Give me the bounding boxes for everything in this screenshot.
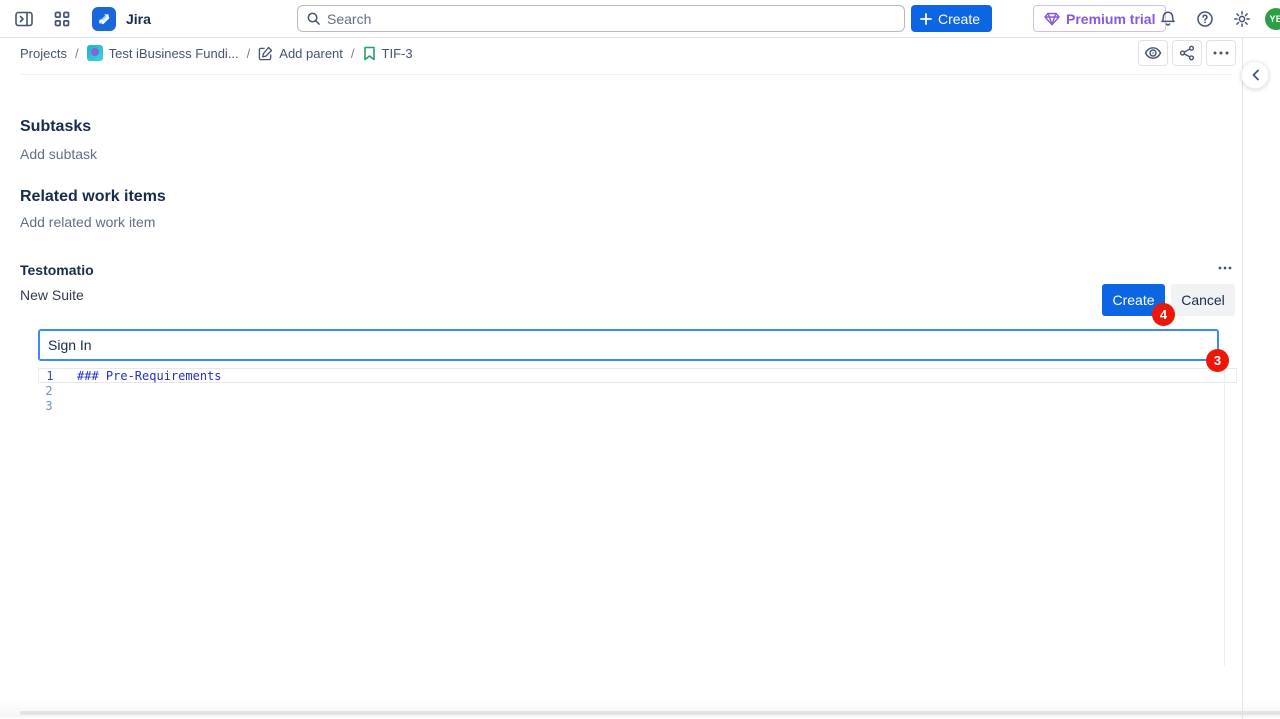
- user-avatar[interactable]: YB: [1265, 8, 1280, 30]
- code-text: ### Pre-Requirements: [61, 369, 222, 383]
- add-subtask-button[interactable]: Add subtask: [20, 146, 97, 162]
- app-title: Jira: [126, 11, 151, 27]
- premium-trial-label: Premium trial: [1066, 11, 1155, 27]
- suite-cancel-button[interactable]: Cancel: [1171, 284, 1235, 316]
- bell-icon: [1159, 10, 1177, 28]
- annotation-badge-4: 4: [1152, 303, 1175, 326]
- breadcrumb-issue-key-label: TIF-3: [382, 46, 413, 61]
- breadcrumb-issue-key[interactable]: TIF-3: [363, 46, 413, 61]
- breadcrumb: Projects / Test iBusiness Fundi... / Add…: [20, 40, 413, 66]
- subtasks-heading: Subtasks: [20, 118, 91, 136]
- page-actions: [1138, 40, 1236, 66]
- create-button-label: Create: [938, 11, 980, 27]
- suite-description-editor[interactable]: 1 ### Pre-Requirements 2 3: [38, 368, 1237, 666]
- jira-window: Jira Create: [0, 0, 1280, 719]
- breadcrumb-projects[interactable]: Projects: [20, 46, 67, 61]
- plus-icon: [919, 12, 933, 26]
- testomatio-more-button[interactable]: [1212, 258, 1238, 278]
- share-button[interactable]: [1172, 40, 1202, 66]
- watch-button[interactable]: [1138, 40, 1168, 66]
- suite-title-input[interactable]: [38, 329, 1219, 361]
- search-input[interactable]: [327, 11, 896, 27]
- share-icon: [1179, 45, 1195, 61]
- breadcrumb-separator: /: [247, 46, 251, 61]
- section-divider: [20, 74, 1232, 75]
- settings-button[interactable]: [1228, 5, 1256, 33]
- editor-line[interactable]: 3: [38, 399, 1237, 414]
- editor-ruler: [1224, 368, 1225, 666]
- breadcrumb-add-parent-label: Add parent: [279, 46, 343, 61]
- horizontal-scroll-zone: [0, 700, 1280, 719]
- horizontal-scrollbar[interactable]: [20, 711, 1280, 715]
- global-search[interactable]: [297, 5, 905, 32]
- jira-logo: [92, 7, 116, 31]
- testomatio-heading: Testomatio: [20, 262, 94, 278]
- global-create-button[interactable]: Create: [911, 5, 992, 32]
- new-suite-label: New Suite: [20, 287, 84, 303]
- top-navigation-bar: Jira Create: [0, 0, 1280, 38]
- chevron-left-icon: [1251, 69, 1260, 81]
- line-number: 1: [39, 369, 61, 383]
- app-switcher-icon: [54, 11, 70, 27]
- annotation-badge-3: 3: [1206, 349, 1229, 372]
- breadcrumb-separator: /: [75, 46, 79, 61]
- premium-trial-button[interactable]: Premium trial: [1033, 5, 1166, 32]
- eye-icon: [1144, 45, 1162, 61]
- add-related-item-button[interactable]: Add related work item: [20, 214, 155, 230]
- breadcrumb-add-parent[interactable]: Add parent: [258, 46, 343, 61]
- editor-line[interactable]: 1 ### Pre-Requirements: [38, 368, 1237, 383]
- breadcrumb-separator: /: [351, 46, 355, 61]
- project-avatar-icon: [87, 45, 103, 61]
- notifications-button[interactable]: [1154, 5, 1182, 33]
- help-icon: [1196, 10, 1214, 28]
- more-actions-button[interactable]: [1206, 40, 1236, 66]
- help-button[interactable]: [1191, 5, 1219, 33]
- line-number: 2: [38, 384, 60, 398]
- edit-icon: [258, 46, 273, 61]
- bookmark-icon: [363, 46, 376, 61]
- sidebar-toggle-icon: [14, 10, 34, 28]
- jira-home-link[interactable]: Jira: [92, 7, 151, 31]
- gear-icon: [1233, 10, 1251, 28]
- ellipsis-icon: [1218, 266, 1232, 270]
- related-items-heading: Related work items: [20, 188, 166, 206]
- breadcrumb-project[interactable]: Test iBusiness Fundi...: [87, 45, 239, 61]
- line-number: 3: [38, 399, 60, 413]
- right-panel-divider: [1242, 38, 1243, 719]
- search-icon: [306, 11, 321, 26]
- breadcrumb-project-label: Test iBusiness Fundi...: [109, 46, 239, 61]
- collapse-panel-button[interactable]: [1241, 61, 1269, 89]
- sidebar-toggle-button[interactable]: [10, 5, 38, 33]
- ellipsis-icon: [1213, 51, 1229, 55]
- editor-line[interactable]: 2: [38, 383, 1237, 398]
- gem-icon: [1044, 12, 1060, 26]
- app-switcher-button[interactable]: [48, 5, 76, 33]
